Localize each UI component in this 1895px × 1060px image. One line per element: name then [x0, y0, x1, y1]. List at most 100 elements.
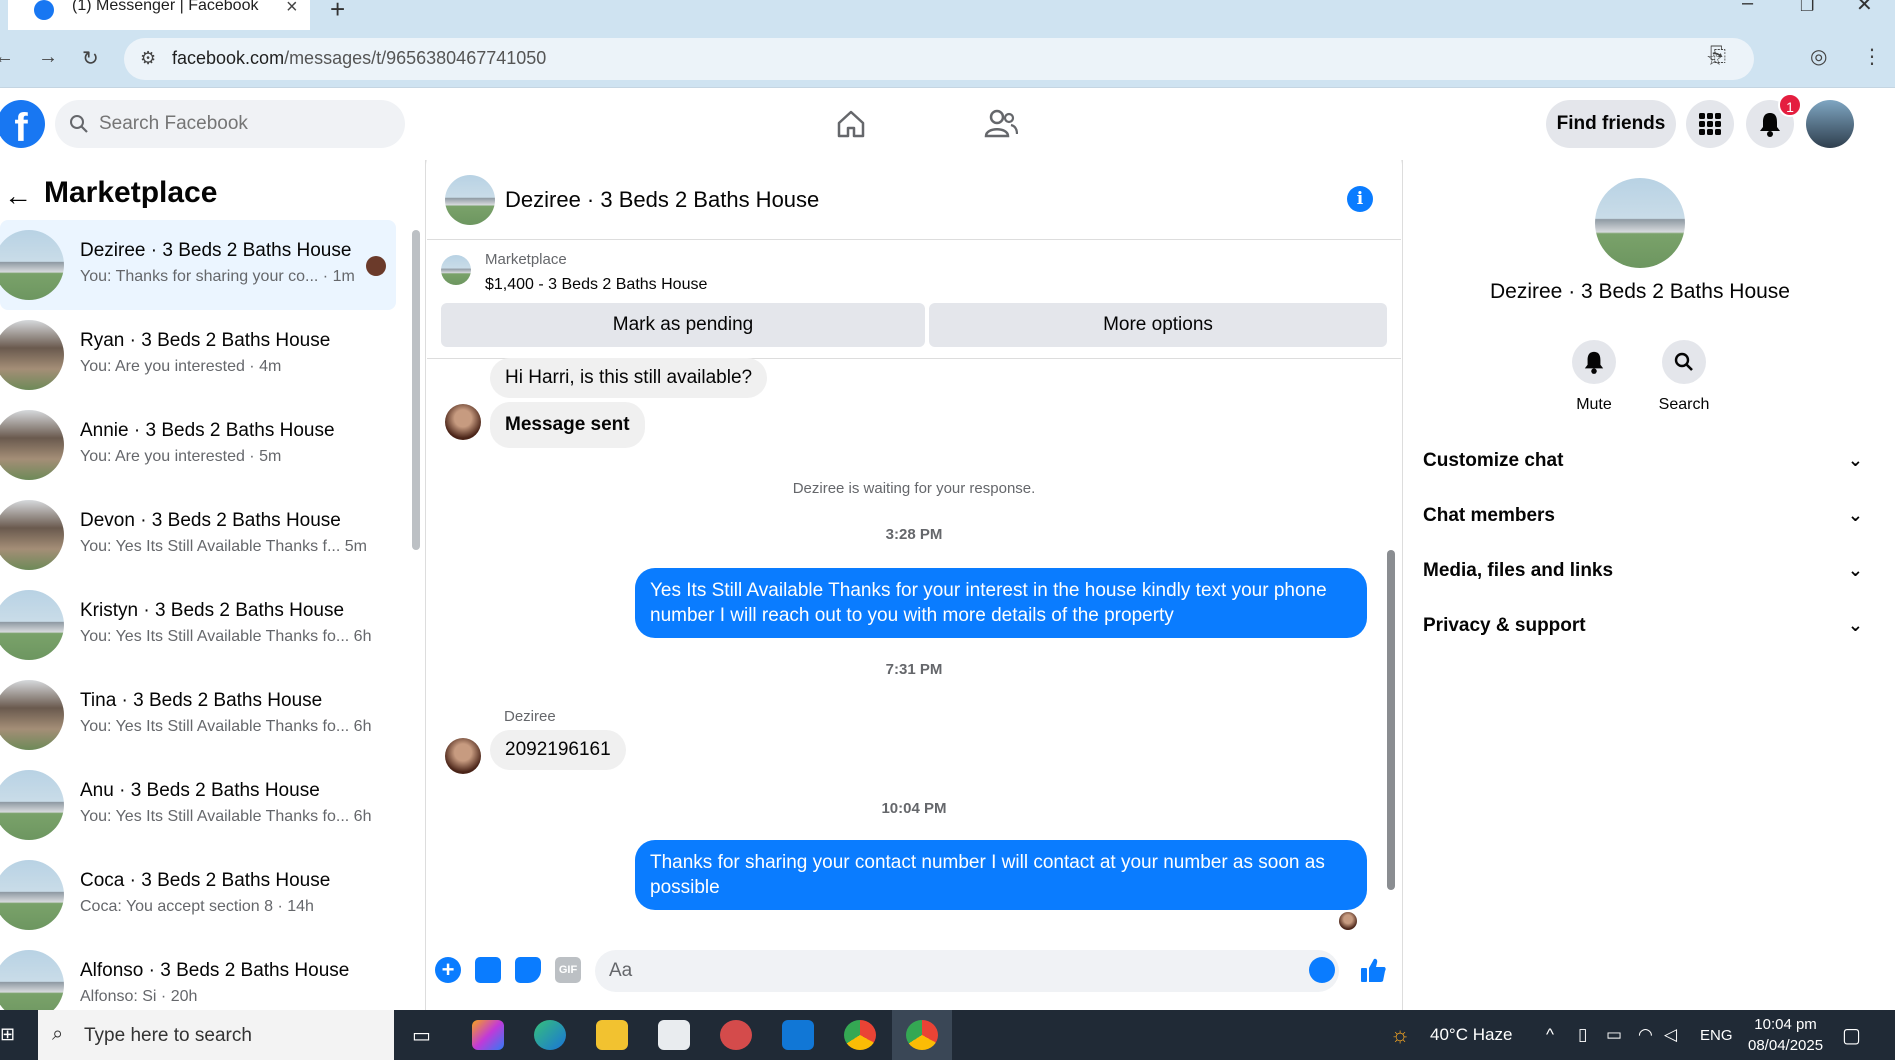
- search-action[interactable]: Search: [1639, 340, 1729, 414]
- conversation-sidebar: ← Marketplace Deziree · 3 Beds 2 Baths H…: [0, 160, 426, 1010]
- file-explorer-icon[interactable]: [596, 1020, 628, 1050]
- conversation-item[interactable]: Alfonso · 3 Beds 2 Baths House Alfonso: …: [0, 940, 396, 1010]
- conversation-name: Devon · 3 Beds 2 Baths House: [80, 510, 341, 531]
- add-icon[interactable]: +: [435, 957, 461, 983]
- reload-icon[interactable]: ↻: [82, 46, 99, 71]
- section-media-files-links[interactable]: Media, files and links ⌄: [1423, 560, 1863, 582]
- conversation-item[interactable]: Ryan · 3 Beds 2 Baths House You: Are you…: [0, 310, 396, 400]
- weather-icon[interactable]: ☼: [1390, 1022, 1410, 1048]
- conversation-item[interactable]: Coca · 3 Beds 2 Baths House Coca: You ac…: [0, 850, 396, 940]
- mute-action[interactable]: Mute: [1549, 340, 1639, 414]
- listing-thumbnail: [441, 255, 471, 285]
- listing-price[interactable]: $1,400 - 3 Beds 2 Baths House: [485, 276, 707, 294]
- new-tab-icon[interactable]: +: [330, 0, 345, 25]
- conversation-preview: You: Yes Its Still Available Thanks fo..…: [80, 718, 372, 735]
- taskbar-search-input: Type here to search: [84, 1025, 252, 1046]
- clock[interactable]: 10:04 pm 08/04/2025: [1748, 1014, 1823, 1056]
- browser-tab[interactable]: (1) Messenger | Facebook ×: [8, 0, 310, 30]
- facebook-search[interactable]: [55, 100, 405, 148]
- chat-title[interactable]: Deziree · 3 Beds 2 Baths House: [505, 187, 819, 213]
- conversation-preview: You: Yes Its Still Available Thanks f...…: [80, 538, 367, 555]
- conversation-item[interactable]: Deziree · 3 Beds 2 Baths House You: Than…: [0, 220, 396, 310]
- grid-icon: [1699, 113, 1721, 135]
- back-arrow-icon[interactable]: ←: [4, 180, 32, 212]
- minimize-icon[interactable]: –: [1742, 0, 1753, 15]
- copilot-icon[interactable]: [472, 1020, 504, 1050]
- weather-text[interactable]: 40°C Haze: [1430, 1025, 1512, 1045]
- photo-icon[interactable]: [475, 957, 501, 983]
- language-indicator[interactable]: ENG: [1700, 1027, 1733, 1044]
- chrome-icon: [906, 1020, 938, 1050]
- sender-avatar[interactable]: [445, 404, 481, 440]
- mark-as-pending-button[interactable]: Mark as pending: [441, 303, 925, 347]
- window-close-icon[interactable]: ✕: [1856, 0, 1873, 17]
- listing-thumbnail: [0, 320, 64, 390]
- conversation-preview: You: Are you interested · 5m: [80, 448, 282, 465]
- browser-menu-icon[interactable]: ⋮: [1862, 44, 1882, 69]
- site-info-icon[interactable]: ⚙: [140, 48, 156, 69]
- find-friends-button[interactable]: Find friends: [1546, 100, 1676, 148]
- profile-avatar[interactable]: [1806, 100, 1854, 148]
- home-icon[interactable]: [835, 108, 867, 140]
- show-hidden-icons-icon[interactable]: ^: [1546, 1025, 1554, 1045]
- chrome-icon[interactable]: [844, 1020, 876, 1050]
- section-privacy-support[interactable]: Privacy & support ⌄: [1423, 615, 1863, 637]
- back-icon[interactable]: ←: [0, 46, 14, 69]
- friends-icon[interactable]: [984, 108, 1018, 140]
- conversation-item[interactable]: Devon · 3 Beds 2 Baths House You: Yes It…: [0, 490, 396, 580]
- like-icon[interactable]: [1359, 956, 1387, 984]
- facebook-header: f Find friends 1: [0, 88, 1895, 160]
- sender-avatar[interactable]: [445, 738, 481, 774]
- sticker-icon[interactable]: [515, 957, 541, 983]
- conversation-name: Kristyn · 3 Beds 2 Baths House: [80, 600, 345, 621]
- store-icon[interactable]: [658, 1020, 690, 1050]
- active-chrome-window[interactable]: [892, 1010, 952, 1060]
- maximize-icon[interactable]: ❐: [1800, 0, 1814, 16]
- incoming-message[interactable]: 2092196161: [490, 730, 626, 770]
- chat-scrollbar[interactable]: [1387, 550, 1395, 890]
- menu-grid-button[interactable]: [1686, 100, 1734, 148]
- notification-center-icon[interactable]: ▢: [1842, 1023, 1861, 1048]
- gif-icon[interactable]: GIF: [555, 957, 581, 983]
- incoming-message[interactable]: Message sent: [490, 402, 645, 448]
- outlook-icon[interactable]: [782, 1020, 814, 1050]
- conversation-item[interactable]: Tina · 3 Beds 2 Baths House You: Yes Its…: [0, 670, 396, 760]
- chat-avatar[interactable]: [445, 175, 495, 225]
- section-chat-members[interactable]: Chat members ⌄: [1423, 505, 1863, 527]
- meet-icon[interactable]: ▯: [1578, 1025, 1587, 1045]
- volume-icon[interactable]: ◁: [1664, 1025, 1677, 1045]
- conversation-item[interactable]: Anu · 3 Beds 2 Baths House You: Yes Its …: [0, 760, 396, 850]
- address-bar[interactable]: ⚙ facebook.com/messages/t/96563804677410…: [124, 38, 1754, 80]
- search-input[interactable]: [99, 100, 389, 148]
- incoming-message[interactable]: Hi Harri, is this still available?: [490, 358, 768, 398]
- read-receipt-avatar: [1339, 912, 1357, 930]
- listing-thumbnail: [0, 500, 64, 570]
- profile-icon[interactable]: ◎: [1810, 44, 1827, 69]
- message-input[interactable]: Aa: [595, 950, 1339, 992]
- outgoing-message[interactable]: Thanks for sharing your contact number I…: [635, 840, 1367, 910]
- edge-icon[interactable]: [534, 1020, 566, 1050]
- sidebar-scrollbar[interactable]: [412, 230, 420, 550]
- outgoing-message[interactable]: Yes Its Still Available Thanks for your …: [635, 568, 1367, 638]
- close-tab-icon[interactable]: ×: [286, 0, 298, 19]
- conversation-name: Annie · 3 Beds 2 Baths House: [80, 420, 335, 441]
- facebook-logo-icon[interactable]: f: [0, 100, 45, 148]
- conversation-item[interactable]: Kristyn · 3 Beds 2 Baths House You: Yes …: [0, 580, 396, 670]
- more-options-button[interactable]: More options: [929, 303, 1387, 347]
- timestamp: 3:28 PM: [885, 526, 943, 543]
- taskbar-search[interactable]: ⌕ Type here to search: [38, 1010, 394, 1060]
- app-icon[interactable]: [720, 1020, 752, 1050]
- emoji-icon[interactable]: [1309, 957, 1335, 983]
- forward-icon[interactable]: →: [38, 46, 58, 69]
- info-icon[interactable]: i: [1347, 186, 1373, 212]
- battery-icon[interactable]: ▭: [1606, 1025, 1622, 1045]
- chevron-down-icon: ⌄: [1847, 560, 1863, 580]
- section-customize-chat[interactable]: Customize chat ⌄: [1423, 450, 1863, 472]
- windows-start-icon[interactable]: ⊞: [0, 1024, 15, 1045]
- conversation-preview: You: Are you interested · 4m: [80, 358, 282, 375]
- details-avatar[interactable]: [1595, 178, 1685, 268]
- conversation-item[interactable]: Annie · 3 Beds 2 Baths House You: Are yo…: [0, 400, 396, 490]
- task-view-icon[interactable]: ▭: [412, 1023, 431, 1048]
- install-app-icon[interactable]: ⎘: [1710, 44, 1726, 67]
- wifi-icon[interactable]: ◠: [1638, 1025, 1653, 1045]
